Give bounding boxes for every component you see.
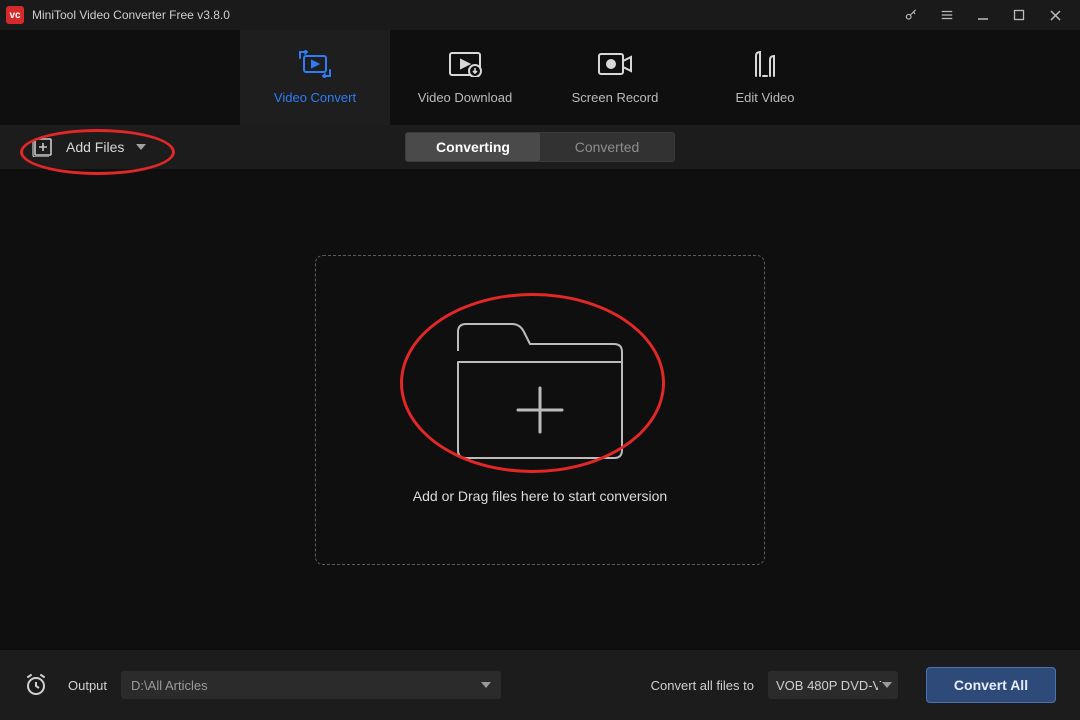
screen-record-icon xyxy=(597,50,633,78)
convert-all-label: Convert all files to xyxy=(651,678,754,693)
chevron-down-icon xyxy=(136,143,146,151)
nav-label: Video Download xyxy=(418,90,512,105)
bottom-bar: Output D:\All Articles Convert all files… xyxy=(0,650,1080,720)
output-format-select[interactable]: VOB 480P DVD-V xyxy=(768,671,898,699)
tab-screen-record[interactable]: Screen Record xyxy=(540,30,690,125)
format-value: VOB 480P DVD-V xyxy=(776,678,881,693)
convert-all-button[interactable]: Convert All xyxy=(926,667,1056,703)
tab-converted[interactable]: Converted xyxy=(540,133,674,161)
main-nav: Video Convert Video Download Screen Reco… xyxy=(0,30,1080,125)
app-title: MiniTool Video Converter Free v3.8.0 xyxy=(32,8,230,22)
chevron-down-icon xyxy=(481,682,491,689)
output-path-value: D:\All Articles xyxy=(131,678,208,693)
add-files-label: Add Files xyxy=(66,139,124,155)
maximize-button[interactable] xyxy=(1012,8,1026,22)
tab-video-convert[interactable]: Video Convert xyxy=(240,30,390,125)
title-bar: vc MiniTool Video Converter Free v3.8.0 xyxy=(0,0,1080,30)
folder-add-icon xyxy=(450,316,630,466)
conversion-status-tabs: Converting Converted xyxy=(405,132,675,162)
output-path-select[interactable]: D:\All Articles xyxy=(121,671,501,699)
drop-zone-text: Add or Drag files here to start conversi… xyxy=(413,488,667,504)
license-key-icon[interactable] xyxy=(904,8,918,22)
app-logo-icon: vc xyxy=(6,6,24,24)
nav-label: Screen Record xyxy=(572,90,659,105)
tab-converting[interactable]: Converting xyxy=(406,133,540,161)
chevron-down-icon xyxy=(878,682,892,689)
output-label: Output xyxy=(68,678,107,693)
add-file-icon xyxy=(32,137,54,157)
video-convert-icon xyxy=(298,50,332,78)
drop-zone[interactable]: Add or Drag files here to start conversi… xyxy=(315,255,765,565)
main-area: Add or Drag files here to start conversi… xyxy=(0,169,1080,650)
tab-video-download[interactable]: Video Download xyxy=(390,30,540,125)
tab-edit-video[interactable]: Edit Video xyxy=(690,30,840,125)
nav-label: Video Convert xyxy=(274,90,356,105)
clock-icon[interactable] xyxy=(24,673,48,697)
add-files-button[interactable]: Add Files xyxy=(0,125,164,169)
video-download-icon xyxy=(448,50,482,78)
minimize-button[interactable] xyxy=(976,8,990,22)
close-button[interactable] xyxy=(1048,8,1062,22)
action-bar: Add Files Converting Converted xyxy=(0,125,1080,169)
hamburger-menu-icon[interactable] xyxy=(940,8,954,22)
nav-label: Edit Video xyxy=(735,90,794,105)
edit-video-icon xyxy=(750,50,780,78)
